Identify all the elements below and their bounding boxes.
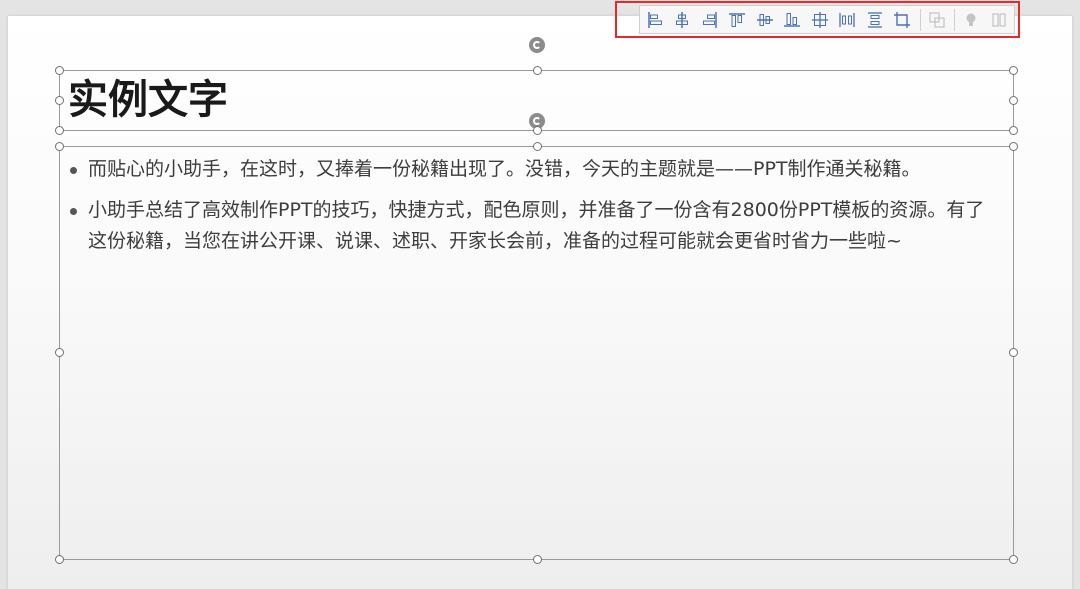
rotate-handle-icon[interactable]	[529, 37, 545, 53]
bullet-text: 而贴心的小助手，在这时，又捧着一份秘籍出现了。没错，今天的主题就是——PPT制作…	[88, 158, 921, 180]
resize-handle[interactable]	[1009, 142, 1018, 151]
resize-handle[interactable]	[533, 126, 542, 135]
list-item[interactable]: 而贴心的小助手，在这时，又捧着一份秘籍出现了。没错，今天的主题就是——PPT制作…	[70, 154, 1002, 185]
bullet-dot-icon	[70, 167, 77, 174]
resize-handle[interactable]	[1009, 66, 1018, 75]
bullet-list[interactable]: 而贴心的小助手，在这时，又捧着一份秘籍出现了。没错，今天的主题就是——PPT制作…	[70, 154, 1002, 267]
resize-handle[interactable]	[1009, 126, 1018, 135]
resize-handle[interactable]	[55, 142, 64, 151]
bullet-dot-icon	[70, 208, 77, 215]
bullet-text: 小助手总结了高效制作PPT的技巧，快捷方式，配色原则，并准备了一份含有2800份…	[88, 199, 985, 252]
toolbar-highlight-box	[615, 1, 1020, 38]
resize-handle[interactable]	[55, 555, 64, 564]
resize-handle[interactable]	[533, 555, 542, 564]
resize-handle[interactable]	[55, 66, 64, 75]
resize-handle[interactable]	[1009, 348, 1018, 357]
resize-handle[interactable]	[1009, 96, 1018, 105]
editor-canvas: 实例文字 而贴心的小助手，在这时，又捧着一份秘籍出现了。没错，今天的主题就是——…	[0, 0, 1080, 589]
list-item[interactable]: 小助手总结了高效制作PPT的技巧，快捷方式，配色原则，并准备了一份含有2800份…	[70, 195, 1002, 257]
resize-handle[interactable]	[55, 348, 64, 357]
slide-title[interactable]: 实例文字	[68, 76, 228, 124]
resize-handle[interactable]	[533, 66, 542, 75]
resize-handle[interactable]	[1009, 555, 1018, 564]
resize-handle[interactable]	[533, 142, 542, 151]
resize-handle[interactable]	[55, 126, 64, 135]
resize-handle[interactable]	[55, 96, 64, 105]
